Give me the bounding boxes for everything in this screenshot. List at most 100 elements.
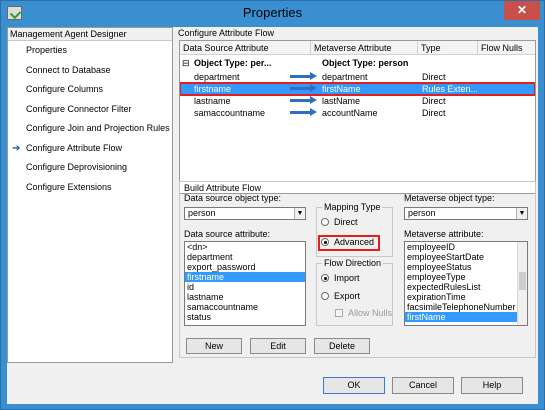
nav-item-label: Connect to Database <box>26 64 111 75</box>
advanced-radio[interactable] <box>321 238 329 246</box>
list-item[interactable]: firstName <box>405 312 517 322</box>
flow-arrow-icon <box>290 108 318 116</box>
nav-item[interactable]: Configure Connector Filter <box>8 100 172 120</box>
mapping-type-group: Mapping Type Direct Advanced <box>316 202 393 257</box>
list-item[interactable]: department <box>185 252 305 262</box>
window-title: Properties <box>242 5 303 20</box>
title-bar[interactable]: Properties ✕ <box>1 1 544 27</box>
metaverse-attribute-cell: department <box>322 72 368 82</box>
table-row[interactable]: samaccountname accountName Direct <box>180 107 535 119</box>
column-header-flow-nulls[interactable]: Flow Nulls <box>478 41 535 55</box>
metaverse-attribute-cell: lastName <box>322 96 361 106</box>
designer-nav: Management Agent Designer Properties Conn… <box>7 27 173 363</box>
chevron-down-icon[interactable]: ▼ <box>294 208 305 219</box>
cancel-button[interactable]: Cancel <box>392 377 454 394</box>
metaverse-attribute-cell: accountName <box>322 108 378 118</box>
ds-object-type-select[interactable]: person ▼ <box>184 207 306 220</box>
properties-window: Properties ✕ Management Agent Designer P… <box>0 0 545 410</box>
nav-item[interactable]: Configure Columns <box>8 80 172 100</box>
list-item[interactable]: employeeType <box>405 272 517 282</box>
advanced-radio-label[interactable]: Advanced <box>334 237 374 247</box>
flow-direction-title: Flow Direction <box>322 258 384 268</box>
source-attribute-cell: samaccountname <box>194 108 266 118</box>
mv-list-scrollbar[interactable] <box>517 242 527 325</box>
nav-item-label: Configure Deprovisioning <box>26 162 128 172</box>
export-radio[interactable] <box>321 292 329 300</box>
nav-item-label: Configure Attribute Flow <box>26 142 123 153</box>
ds-attribute-label: Data source attribute: <box>184 229 271 239</box>
arrow-right-icon: ➔ <box>12 142 21 154</box>
import-radio[interactable] <box>321 274 329 282</box>
flow-arrow-icon <box>290 72 318 80</box>
column-header-type[interactable]: Type <box>418 41 478 55</box>
new-button[interactable]: New <box>186 338 242 354</box>
metaverse-attribute-cell: firstName <box>322 84 361 94</box>
column-header-metaverse[interactable]: Metaverse Attribute <box>311 41 418 55</box>
nav-item[interactable]: Configure Extensions <box>8 178 172 198</box>
object-type-group-row[interactable]: ⊟ Object Type: per... Object Type: perso… <box>180 57 535 69</box>
table-row[interactable]: department department Direct <box>180 71 535 83</box>
nav-item-label: Configure Columns <box>26 84 104 94</box>
nav-item-label: Properties <box>26 45 68 55</box>
build-attribute-flow-group: Build Attribute Flow Data source object … <box>179 181 536 358</box>
collapse-icon[interactable]: ⊟ <box>182 57 190 69</box>
type-cell: Direct <box>422 96 446 106</box>
list-item[interactable]: employeeID <box>405 242 517 252</box>
section-title: Configure Attribute Flow <box>176 27 538 40</box>
help-button[interactable]: Help <box>461 377 523 394</box>
type-cell: Direct <box>422 72 446 82</box>
list-item[interactable]: status <box>185 312 305 322</box>
mv-attribute-label: Metaverse attribute: <box>404 229 484 239</box>
nav-item[interactable]: Configure Join and Projection Rules <box>8 119 172 139</box>
delete-button[interactable]: Delete <box>314 338 370 354</box>
allow-nulls-label: Allow Nulls <box>348 308 393 318</box>
list-item[interactable]: export_password <box>185 262 305 272</box>
list-item[interactable]: lastname <box>185 292 305 302</box>
export-radio-label[interactable]: Export <box>334 291 360 301</box>
edit-button[interactable]: Edit <box>250 338 306 354</box>
list-item[interactable]: facsimileTelephoneNumber <box>405 302 517 312</box>
list-item[interactable]: employeeStartDate <box>405 252 517 262</box>
attribute-flow-grid[interactable]: Data Source Attribute Metaverse Attribut… <box>179 40 536 194</box>
flow-arrow-icon <box>290 96 318 104</box>
list-item[interactable]: samaccountname <box>185 302 305 312</box>
list-item[interactable]: <dn> <box>185 242 305 252</box>
ds-object-type-value: person <box>188 208 216 218</box>
list-item[interactable]: id <box>185 282 305 292</box>
mv-object-type-value: person <box>408 208 436 218</box>
grid-header: Data Source Attribute Metaverse Attribut… <box>180 41 535 55</box>
list-item[interactable]: firstname <box>185 272 305 282</box>
ok-button[interactable]: OK <box>323 377 385 394</box>
mv-attribute-list[interactable]: employeeID employeeStartDate employeeStatu… <box>404 241 528 326</box>
direct-radio-label[interactable]: Direct <box>334 217 358 227</box>
group-source-label: Object Type: per... <box>194 58 272 68</box>
nav-item[interactable]: Connect to Database <box>8 61 172 81</box>
list-item[interactable]: employeeStatus <box>405 262 517 272</box>
nav-header: Management Agent Designer <box>8 28 172 41</box>
import-radio-label[interactable]: Import <box>334 273 360 283</box>
mv-object-type-label: Metaverse object type: <box>404 193 495 203</box>
dialog-client-area: Management Agent Designer Properties Conn… <box>7 27 538 404</box>
close-button[interactable]: ✕ <box>504 1 540 20</box>
type-cell: Direct <box>422 108 446 118</box>
ds-attribute-list[interactable]: <dn> department export_password firstname id… <box>184 241 306 326</box>
nav-item-label: Configure Extensions <box>26 181 112 192</box>
list-item[interactable]: expectedRulesList <box>405 282 517 292</box>
table-row[interactable]: lastname lastName Direct <box>180 95 535 107</box>
list-item[interactable]: expirationTime <box>405 292 517 302</box>
direct-radio[interactable] <box>321 218 329 226</box>
column-header-source[interactable]: Data Source Attribute <box>180 41 311 55</box>
scrollbar-thumb[interactable] <box>519 272 526 290</box>
table-row[interactable]: firstname firstName Rules Exten... <box>180 82 535 96</box>
group-metaverse-label: Object Type: person <box>322 58 409 68</box>
nav-item[interactable]: ➔ Configure Attribute Flow <box>8 139 172 159</box>
source-attribute-cell: firstname <box>194 84 232 94</box>
source-attribute-cell: lastname <box>194 96 231 106</box>
mv-object-type-select[interactable]: person ▼ <box>404 207 528 220</box>
chevron-down-icon[interactable]: ▼ <box>516 208 527 219</box>
nav-item[interactable]: Configure Deprovisioning <box>8 158 172 178</box>
ds-object-type-label: Data source object type: <box>184 193 282 203</box>
allow-nulls-checkbox[interactable] <box>335 309 343 317</box>
nav-item[interactable]: Properties <box>8 41 172 61</box>
source-attribute-cell: department <box>194 72 240 82</box>
